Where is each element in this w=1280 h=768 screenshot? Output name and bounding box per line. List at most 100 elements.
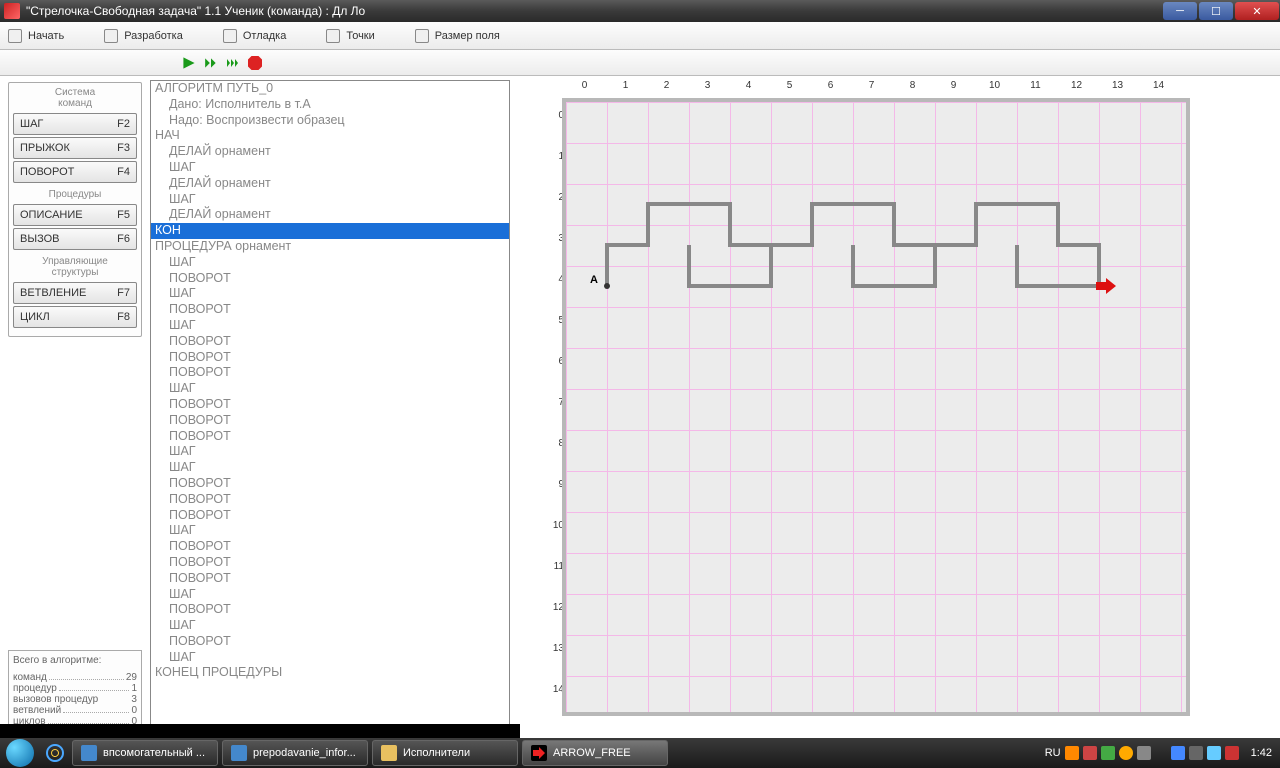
code-line[interactable]: ПОВОРОТ	[151, 302, 509, 318]
code-line[interactable]: ШАГ	[151, 460, 509, 476]
run-button[interactable]	[180, 54, 198, 72]
input-lang[interactable]: RU	[1045, 747, 1061, 759]
system-panel-title: Система команд	[13, 87, 137, 109]
code-line[interactable]: ШАГ	[151, 618, 509, 634]
tray-icon-3[interactable]	[1101, 746, 1115, 760]
start-button[interactable]	[0, 738, 40, 768]
code-line[interactable]: ПОВОРОТ	[151, 429, 509, 445]
ctrl-panel-title: Управляющие структуры	[13, 256, 137, 278]
code-line[interactable]: ШАГ	[151, 444, 509, 460]
code-line[interactable]: ПОВОРОТ	[151, 539, 509, 555]
code-line[interactable]: ПОВОРОТ	[151, 365, 509, 381]
taskbar-item[interactable]: Исполнители	[372, 740, 518, 766]
code-line[interactable]: Дано: Исполнитель в т.A	[151, 97, 509, 113]
menu-start[interactable]: Начать	[8, 29, 64, 43]
clock[interactable]: 1:42	[1251, 747, 1272, 759]
call-command-button[interactable]: ВЫЗОВF6	[13, 228, 137, 250]
tray-icon-9[interactable]	[1225, 746, 1239, 760]
code-line[interactable]: ПОВОРОТ	[151, 508, 509, 524]
code-line[interactable]: НАЧ	[151, 128, 509, 144]
stop-button[interactable]	[246, 54, 264, 72]
code-line[interactable]: КОН	[151, 223, 509, 239]
code-line[interactable]: ДЕЛАЙ орнамент	[151, 144, 509, 160]
code-line[interactable]: ПОВОРОТ	[151, 271, 509, 287]
code-line[interactable]: КОНЕЦ ПРОЦЕДУРЫ	[151, 665, 509, 681]
code-line[interactable]: ПОВОРОТ	[151, 602, 509, 618]
work-area: Система команд ШАГF2 ПРЫЖОКF3 ПОВОРОТF4 …	[0, 76, 1280, 738]
step-forward-button[interactable]	[202, 54, 220, 72]
origin-dot	[604, 283, 610, 289]
ruler-left: 01234567891011121314	[544, 110, 564, 725]
tray-icon-5[interactable]	[1137, 746, 1151, 760]
step-command-button[interactable]: ШАГF2	[13, 113, 137, 135]
origin-label: A	[590, 274, 598, 286]
menu-fieldsize[interactable]: Размер поля	[415, 29, 500, 43]
grid-frame[interactable]: A	[562, 98, 1190, 716]
menu-debug[interactable]: Отладка	[223, 29, 286, 43]
app-icon	[4, 3, 20, 19]
grid-container: 01234567891011121314 0123456789101112131…	[522, 80, 1182, 740]
menubar: Начать Разработка Отладка Точки Размер п…	[0, 22, 1280, 50]
menu-develop[interactable]: Разработка	[104, 29, 183, 43]
code-line[interactable]: АЛГОРИТМ ПУТЬ_0	[151, 81, 509, 97]
code-line[interactable]: ШАГ	[151, 255, 509, 271]
taskbar-item[interactable]: впсомогательный ...	[72, 740, 218, 766]
stats-title: Всего в алгоритме:	[13, 655, 137, 666]
code-line[interactable]: ШАГ	[151, 381, 509, 397]
code-line[interactable]: ПОВОРОТ	[151, 350, 509, 366]
path-drawing	[566, 102, 1186, 712]
loop-command-button[interactable]: ЦИКЛF8	[13, 306, 137, 328]
code-line[interactable]: ПРОЦЕДУРА орнамент	[151, 239, 509, 255]
code-line[interactable]: ШАГ	[151, 318, 509, 334]
app-icon	[231, 745, 247, 761]
window-close-button[interactable]: ✕	[1235, 2, 1279, 20]
code-line[interactable]: ПОВОРОТ	[151, 413, 509, 429]
code-line[interactable]: ДЕЛАЙ орнамент	[151, 176, 509, 192]
code-line[interactable]: ШАГ	[151, 160, 509, 176]
code-line[interactable]: ШАГ	[151, 523, 509, 539]
tray-icon-1[interactable]	[1065, 746, 1079, 760]
code-line[interactable]: ДЕЛАЙ орнамент	[151, 207, 509, 223]
tray-icon-2[interactable]	[1083, 746, 1097, 760]
code-icon	[104, 29, 118, 43]
describe-command-button[interactable]: ОПИСАНИЕF5	[13, 204, 137, 226]
code-line[interactable]: ШАГ	[151, 286, 509, 302]
debug-icon	[223, 29, 237, 43]
code-line[interactable]: Надо: Воспроизвести образец	[151, 113, 509, 129]
app-icon	[381, 745, 397, 761]
code-line[interactable]: ПОВОРОТ	[151, 634, 509, 650]
tray-icon-6[interactable]	[1171, 746, 1185, 760]
code-line[interactable]: ШАГ	[151, 650, 509, 666]
fast-forward-button[interactable]	[224, 54, 242, 72]
control-strip	[0, 50, 1280, 76]
system-commands-panel: Система команд ШАГF2 ПРЫЖОКF3 ПОВОРОТF4 …	[8, 82, 142, 337]
code-line[interactable]: ПОВОРОТ	[151, 476, 509, 492]
code-line[interactable]: ПОВОРОТ	[151, 397, 509, 413]
taskbar: впсомогательный ...prepodavanie_infor...…	[0, 738, 1280, 768]
points-icon	[326, 29, 340, 43]
tray-icon-7[interactable]	[1189, 746, 1203, 760]
code-line[interactable]: ПОВОРОТ	[151, 492, 509, 508]
branch-command-button[interactable]: ВЕТВЛЕНИЕF7	[13, 282, 137, 304]
window-minimize-button[interactable]: ─	[1163, 2, 1197, 20]
code-line[interactable]: ШАГ	[151, 587, 509, 603]
code-line[interactable]: ПОВОРОТ	[151, 334, 509, 350]
tray-icon-8[interactable]	[1207, 746, 1221, 760]
taskbar-item[interactable]: prepodavanie_infor...	[222, 740, 368, 766]
menu-points[interactable]: Точки	[326, 29, 374, 43]
turn-command-button[interactable]: ПОВОРОТF4	[13, 161, 137, 183]
code-line[interactable]: ПОВОРОТ	[151, 571, 509, 587]
code-panel[interactable]: АЛГОРИТМ ПУТЬ_0Дано: Исполнитель в т.AНа…	[150, 80, 510, 734]
window-maximize-button[interactable]: ☐	[1199, 2, 1233, 20]
tray-icon-4[interactable]	[1119, 746, 1133, 760]
refresh-icon	[8, 29, 22, 43]
code-line[interactable]: ПОВОРОТ	[151, 555, 509, 571]
resize-icon	[415, 29, 429, 43]
code-line[interactable]: ШАГ	[151, 192, 509, 208]
stats-panel: Всего в алгоритме: команд29 процедур1 вы…	[8, 650, 142, 732]
titlebar: "Стрелочка-Свободная задача" 1.1 Ученик …	[0, 0, 1280, 22]
ie-pinned-icon[interactable]	[40, 744, 70, 762]
taskbar-item[interactable]: ARROW_FREE	[522, 740, 668, 766]
left-column: Система команд ШАГF2 ПРЫЖОКF3 ПОВОРОТF4 …	[0, 76, 150, 738]
jump-command-button[interactable]: ПРЫЖОКF3	[13, 137, 137, 159]
